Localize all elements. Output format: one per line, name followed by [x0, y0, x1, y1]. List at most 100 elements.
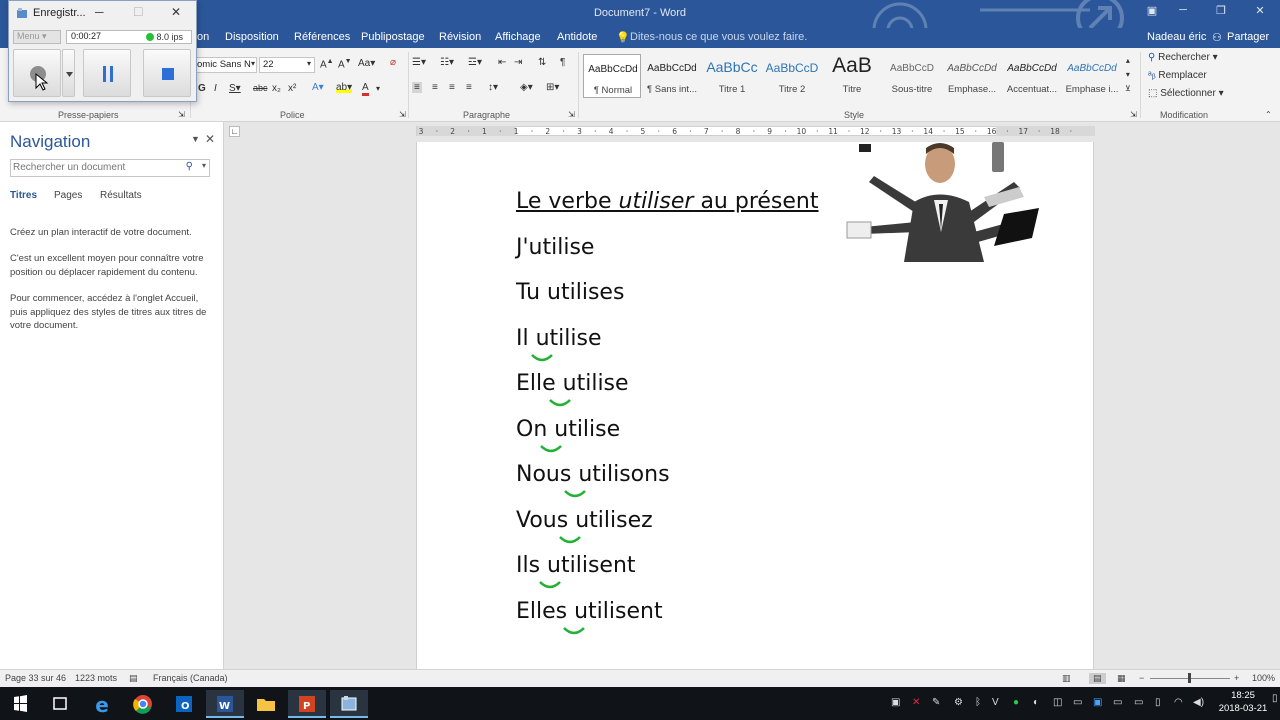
tray-app-icon[interactable]: ▭ — [1113, 697, 1122, 708]
tray-app-icon[interactable]: ▭ — [1134, 697, 1143, 708]
document-page[interactable]: Le verbe utiliser au présent J'utilise T… — [416, 142, 1094, 669]
style-emphasis[interactable]: AaBbCcDd Accentuat... — [1003, 54, 1061, 98]
tab-references[interactable]: Références — [294, 31, 350, 43]
taskbar-edge[interactable]: e — [83, 690, 121, 718]
tell-me-search[interactable]: Dites-nous ce que vous voulez faire. — [630, 31, 807, 43]
conjugation-line[interactable]: Il utilise — [516, 326, 602, 351]
tray-app-icon[interactable]: ▭ — [1073, 697, 1082, 708]
tray-app-icon[interactable]: ⚙ — [954, 697, 963, 708]
align-right-icon[interactable]: ≡ — [449, 82, 455, 93]
sync-icon[interactable]: ● — [1013, 697, 1019, 708]
close-button[interactable]: ✕ — [1245, 4, 1275, 22]
recorder-menu[interactable]: Menu ▾ — [13, 30, 61, 44]
justify-icon[interactable]: ≡ — [466, 82, 472, 93]
select-button[interactable]: ⬚ Sélectionner ▾ — [1148, 88, 1224, 99]
word-count[interactable]: 1223 mots — [75, 673, 117, 683]
tab-publipostage[interactable]: Publipostage — [361, 31, 425, 43]
shading-icon[interactable]: ◈▾ — [520, 82, 533, 93]
taskbar-chrome[interactable] — [124, 690, 162, 718]
web-layout-icon[interactable]: ▦ — [1117, 673, 1126, 684]
bluetooth-icon[interactable]: ᛒ — [975, 697, 981, 708]
conjugation-line[interactable]: Vous utilisez — [516, 508, 653, 533]
taskbar-word[interactable]: W — [206, 690, 244, 718]
share-button[interactable]: Partager — [1227, 31, 1269, 43]
close-icon[interactable]: ✕ — [205, 132, 215, 146]
style-subtitle[interactable]: AaBbCcD Sous-titre — [883, 54, 941, 98]
multilevel-list-icon[interactable]: ☲▾ — [468, 57, 482, 68]
conjugation-line[interactable]: Elle utilise — [516, 371, 629, 396]
style-subtle-emphasis[interactable]: AaBbCcDd Emphase... — [943, 54, 1001, 98]
strikethrough-icon[interactable]: abc — [253, 83, 268, 93]
record-button[interactable] — [13, 49, 61, 97]
language[interactable]: Français (Canada) — [153, 673, 228, 683]
maximize-button[interactable]: ❐ — [1206, 4, 1236, 22]
styles-launcher-icon[interactable]: ⇲ — [1130, 110, 1137, 119]
page-count[interactable]: Page 33 sur 46 — [5, 673, 66, 683]
align-center-icon[interactable]: ≡ — [432, 82, 438, 93]
align-left-icon[interactable]: ≡ — [412, 82, 422, 93]
styles-scroll-icon[interactable]: ▴ ▾ ⊻ — [1125, 54, 1131, 96]
zoom-out-icon[interactable]: − — [1139, 673, 1144, 683]
close-button[interactable]: ✕ — [171, 5, 181, 19]
borders-icon[interactable]: ⊞▾ — [546, 82, 559, 93]
minimize-button[interactable]: ─ — [1168, 4, 1198, 22]
tab-disposition[interactable]: Disposition — [225, 31, 279, 43]
pause-button[interactable] — [83, 49, 131, 97]
read-mode-icon[interactable]: ▥ — [1062, 673, 1071, 684]
paragraph-launcher-icon[interactable]: ⇲ — [568, 110, 575, 119]
chevron-down-icon[interactable]: ▾ — [202, 161, 206, 170]
highlight-icon[interactable]: ab▾ — [336, 82, 353, 93]
increase-indent-icon[interactable]: ⇥ — [514, 57, 522, 68]
stop-button[interactable] — [143, 49, 191, 97]
font-launcher-icon[interactable]: ⇲ — [399, 110, 406, 119]
bold-icon[interactable]: G — [198, 83, 206, 94]
conjugation-line[interactable]: J'utilise — [516, 235, 594, 260]
superscript-icon[interactable]: x² — [288, 83, 296, 94]
record-options-dropdown[interactable] — [62, 49, 75, 97]
horizontal-ruler[interactable]: 3 2 1 1 2 3 4 5 6 7 8 9 10 11 12 13 14 15 16 17 18 — [416, 126, 1095, 136]
recorder-window[interactable]: Enregistr... ─ ☐ ✕ Menu ▾ 0:00:27 8.0 ip… — [8, 0, 197, 102]
start-button[interactable] — [1, 690, 39, 718]
tab-resultats[interactable]: Résultats — [100, 190, 142, 201]
tray-app-icon[interactable]: ✕ — [912, 697, 920, 708]
tab-selector[interactable]: ∟ — [229, 126, 240, 137]
minimize-button[interactable]: ─ — [95, 5, 104, 19]
antidote-icon[interactable]: V — [992, 697, 999, 708]
taskbar-clock[interactable]: 18:25 2018-03-21 — [1215, 689, 1271, 715]
decrease-indent-icon[interactable]: ⇤ — [498, 57, 506, 68]
tab-partial[interactable]: on — [197, 31, 209, 43]
tray-app-icon[interactable]: ✎ — [932, 697, 940, 708]
clear-formatting-icon[interactable]: ⌀ — [390, 57, 396, 68]
style-title[interactable]: AaB Titre — [823, 54, 881, 98]
conjugation-line[interactable]: Nous utilisons — [516, 462, 670, 487]
print-layout-icon[interactable]: ▤ — [1089, 673, 1106, 684]
change-case-icon[interactable]: Aa▾ — [358, 58, 375, 69]
tab-titres[interactable]: Titres — [10, 190, 37, 201]
collapse-ribbon-icon[interactable]: ⌃ — [1265, 110, 1272, 119]
style-no-spacing[interactable]: AaBbCcDd ¶ Sans int... — [643, 54, 701, 98]
tray-app-icon[interactable]: ▣ — [891, 697, 900, 708]
grow-font-icon[interactable]: A▲ — [320, 58, 334, 70]
conjugation-line[interactable]: Tu utilises — [516, 280, 624, 305]
search-icon[interactable]: ⚲ — [186, 161, 193, 172]
style-heading-2[interactable]: AaBbCcD Titre 2 — [763, 54, 821, 98]
clipboard-launcher-icon[interactable]: ⇲ — [178, 110, 185, 119]
subscript-icon[interactable]: x₂ — [272, 83, 281, 94]
zoom-slider-thumb[interactable] — [1188, 673, 1191, 683]
font-color-icon[interactable]: A — [362, 82, 369, 96]
sort-icon[interactable]: ⇅ — [538, 57, 546, 68]
notifications-icon[interactable]: ▯ — [1272, 693, 1278, 704]
font-name-combo[interactable]: omic Sans N — [193, 57, 257, 73]
task-view-button[interactable] — [41, 690, 79, 718]
shrink-font-icon[interactable]: A▼ — [338, 58, 352, 70]
user-name[interactable]: Nadeau éric — [1147, 31, 1206, 43]
style-heading-1[interactable]: AaBbCc Titre 1 — [703, 54, 761, 98]
chevron-down-icon[interactable]: ▾ — [251, 59, 255, 68]
businessman-image[interactable] — [844, 142, 1044, 262]
navigation-search-input[interactable]: Rechercher un document ⚲ ▾ — [10, 159, 210, 177]
tab-affichage[interactable]: Affichage — [495, 31, 541, 43]
proofing-icon[interactable]: ▤ — [129, 673, 138, 684]
style-normal[interactable]: AaBbCcDd ¶ Normal — [583, 54, 641, 98]
chevron-down-icon[interactable]: ▾ — [376, 84, 380, 93]
bullets-icon[interactable]: ☰▾ — [412, 57, 426, 68]
